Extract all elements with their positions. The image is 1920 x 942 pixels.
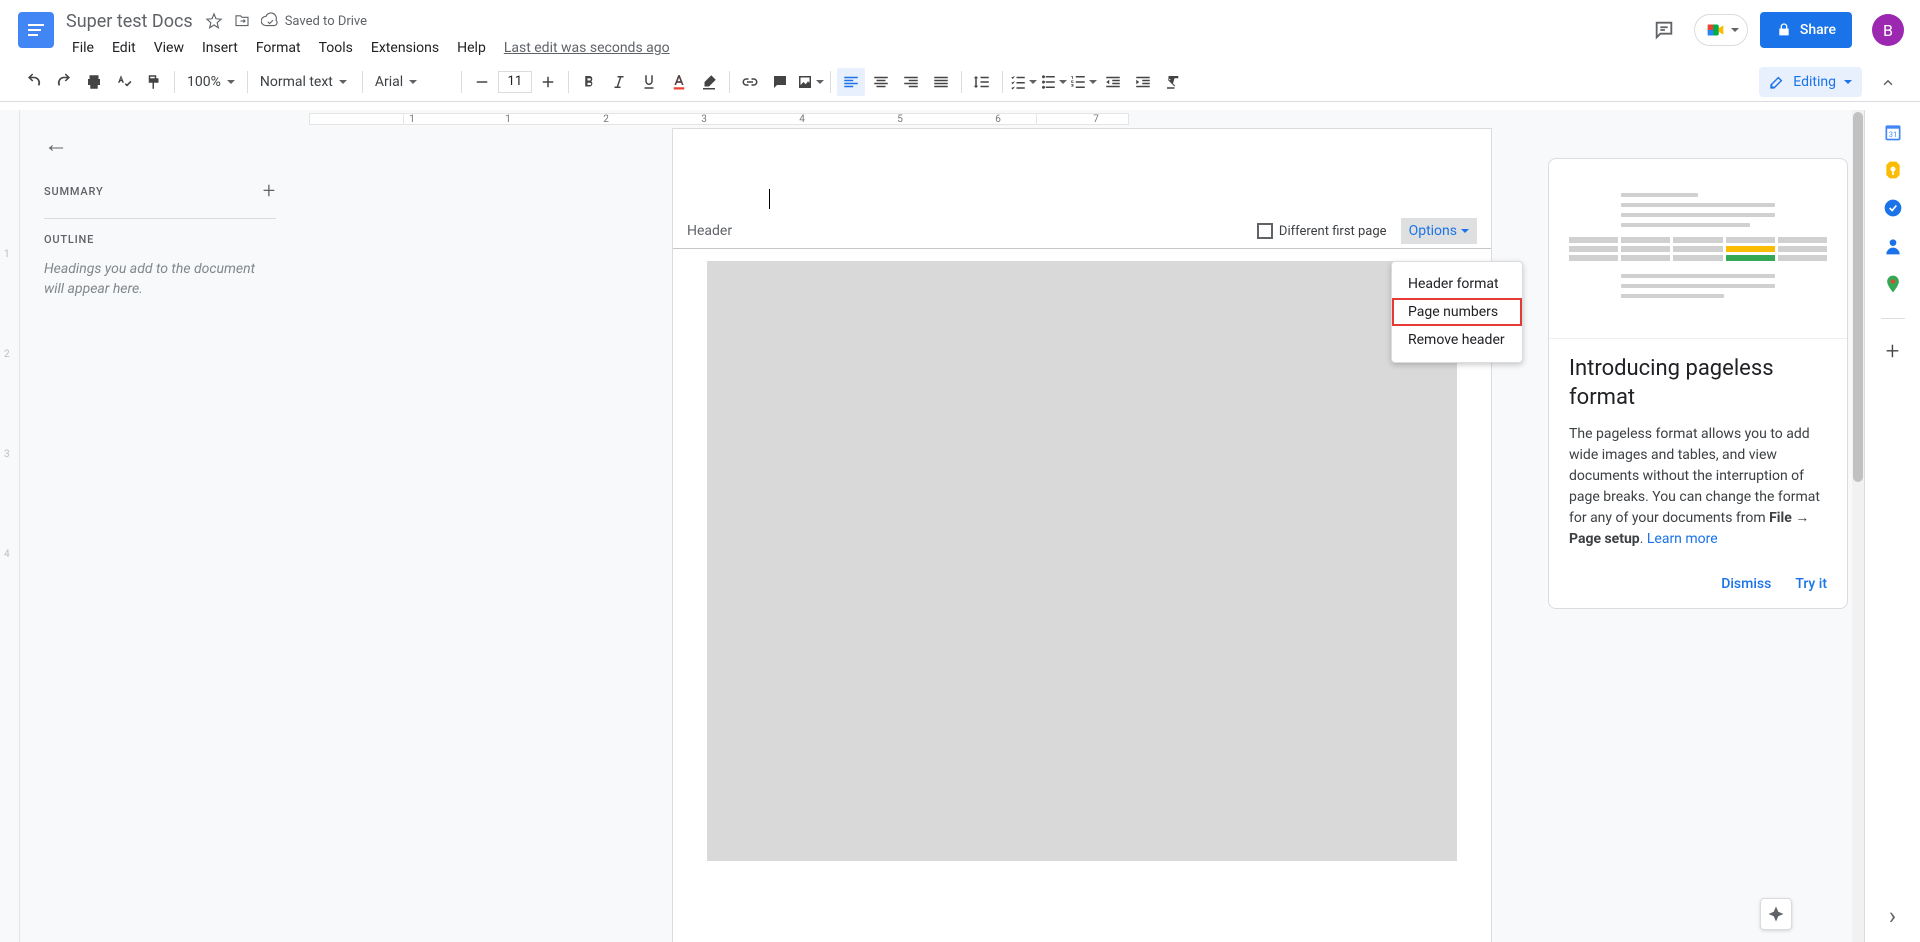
save-status[interactable]: Saved to Drive — [261, 12, 367, 30]
paint-format-icon[interactable] — [140, 68, 168, 96]
page-header-area[interactable]: Header Different first page Options — [673, 129, 1491, 249]
align-justify-icon[interactable] — [927, 68, 955, 96]
calendar-icon[interactable]: 31 — [1883, 122, 1903, 142]
caret-down-icon — [1731, 28, 1739, 32]
share-button-label: Share — [1800, 22, 1836, 38]
font-dropdown[interactable]: Arial — [369, 68, 455, 96]
vertical-ruler: 1234 — [0, 110, 20, 942]
style-dropdown[interactable]: Normal text — [254, 68, 356, 96]
page[interactable]: Header Different first page Options — [672, 128, 1492, 942]
tasks-icon[interactable] — [1883, 198, 1903, 218]
save-status-text: Saved to Drive — [285, 14, 367, 29]
outline-empty-text: Headings you add to the document will ap… — [44, 260, 276, 299]
header-label: Header — [687, 223, 732, 239]
align-center-icon[interactable] — [867, 68, 895, 96]
header-options-button[interactable]: Options — [1401, 218, 1477, 244]
outline-sidebar: ← SUMMARY + OUTLINE Headings you add to … — [20, 110, 300, 942]
link-icon[interactable] — [736, 68, 764, 96]
dismiss-button[interactable]: Dismiss — [1721, 576, 1771, 592]
outline-heading: OUTLINE — [44, 233, 276, 246]
menu-extensions[interactable]: Extensions — [363, 36, 447, 60]
maps-icon[interactable] — [1883, 274, 1903, 294]
numbered-list-icon[interactable] — [1069, 68, 1097, 96]
side-panel: 31 + › — [1864, 110, 1920, 942]
promo-illustration — [1549, 159, 1847, 339]
align-left-icon[interactable] — [837, 68, 865, 96]
different-first-page-checkbox[interactable]: Different first page — [1257, 223, 1387, 239]
summary-heading: SUMMARY — [44, 185, 103, 198]
editing-mode-dropdown[interactable]: Editing — [1759, 67, 1862, 97]
page-body-placeholder — [707, 261, 1457, 861]
checklist-icon[interactable] — [1009, 68, 1037, 96]
menu-item-remove-header[interactable]: Remove header — [1392, 326, 1522, 354]
menu-edit[interactable]: Edit — [104, 36, 144, 60]
try-it-button[interactable]: Try it — [1795, 576, 1827, 592]
text-color-icon[interactable] — [665, 68, 693, 96]
share-button[interactable]: Share — [1760, 12, 1852, 48]
menu-help[interactable]: Help — [449, 36, 494, 60]
image-icon[interactable] — [796, 68, 824, 96]
horizontal-ruler[interactable]: 1 1 2 3 4 5 6 7 — [300, 110, 1864, 128]
italic-icon[interactable] — [605, 68, 633, 96]
menu-bar: File Edit View Insert Format Tools Exten… — [64, 34, 1646, 62]
menu-insert[interactable]: Insert — [194, 36, 246, 60]
scrollbar[interactable] — [1852, 110, 1864, 942]
toolbar: 100% Normal text Arial 11 Editing — [0, 62, 1920, 102]
explore-button[interactable] — [1760, 898, 1792, 930]
underline-icon[interactable] — [635, 68, 663, 96]
app-header: Super test Docs Saved to Drive File Edit… — [0, 0, 1920, 62]
collapse-toolbar-icon[interactable] — [1876, 70, 1900, 94]
menu-item-page-numbers[interactable]: Page numbers — [1392, 298, 1522, 326]
undo-icon[interactable] — [20, 68, 48, 96]
clear-format-icon[interactable] — [1159, 68, 1187, 96]
keep-icon[interactable] — [1883, 160, 1903, 180]
learn-more-link[interactable]: Learn more — [1647, 531, 1718, 547]
move-icon[interactable] — [233, 12, 251, 30]
font-size-input[interactable]: 11 — [498, 71, 532, 93]
promo-text: The pageless format allows you to add wi… — [1569, 424, 1827, 550]
document-title[interactable]: Super test Docs — [64, 9, 195, 34]
options-dropdown-menu: Header format Page numbers Remove header — [1391, 261, 1523, 363]
comments-icon[interactable] — [1646, 12, 1682, 48]
last-edit-link[interactable]: Last edit was seconds ago — [504, 40, 670, 56]
svg-text:31: 31 — [1888, 130, 1896, 139]
meet-button[interactable] — [1694, 14, 1748, 46]
add-on-plus-icon[interactable]: + — [1886, 337, 1900, 365]
docs-logo[interactable] — [16, 8, 56, 48]
account-avatar[interactable]: B — [1872, 14, 1904, 46]
menu-view[interactable]: View — [146, 36, 192, 60]
font-size-increase[interactable] — [534, 68, 562, 96]
bold-icon[interactable] — [575, 68, 603, 96]
menu-item-header-format[interactable]: Header format — [1392, 270, 1522, 298]
redo-icon[interactable] — [50, 68, 78, 96]
bullet-list-icon[interactable] — [1039, 68, 1067, 96]
indent-increase-icon[interactable] — [1129, 68, 1157, 96]
menu-file[interactable]: File — [64, 36, 102, 60]
spellcheck-icon[interactable] — [110, 68, 138, 96]
print-icon[interactable] — [80, 68, 108, 96]
line-spacing-icon[interactable] — [968, 68, 996, 96]
indent-decrease-icon[interactable] — [1099, 68, 1127, 96]
zoom-dropdown[interactable]: 100% — [181, 68, 241, 96]
star-icon[interactable] — [205, 12, 223, 30]
back-arrow-icon[interactable]: ← — [44, 130, 276, 159]
highlight-icon[interactable] — [695, 68, 723, 96]
side-panel-collapse-icon[interactable]: › — [1889, 902, 1896, 930]
contacts-icon[interactable] — [1883, 236, 1903, 256]
font-size-decrease[interactable] — [468, 68, 496, 96]
menu-tools[interactable]: Tools — [311, 36, 361, 60]
align-right-icon[interactable] — [897, 68, 925, 96]
comment-icon[interactable] — [766, 68, 794, 96]
menu-format[interactable]: Format — [248, 36, 309, 60]
add-summary-icon[interactable]: + — [263, 179, 276, 204]
pageless-promo-card: Introducing pageless format The pageless… — [1548, 158, 1848, 609]
promo-title: Introducing pageless format — [1569, 355, 1827, 412]
text-cursor — [769, 189, 770, 209]
